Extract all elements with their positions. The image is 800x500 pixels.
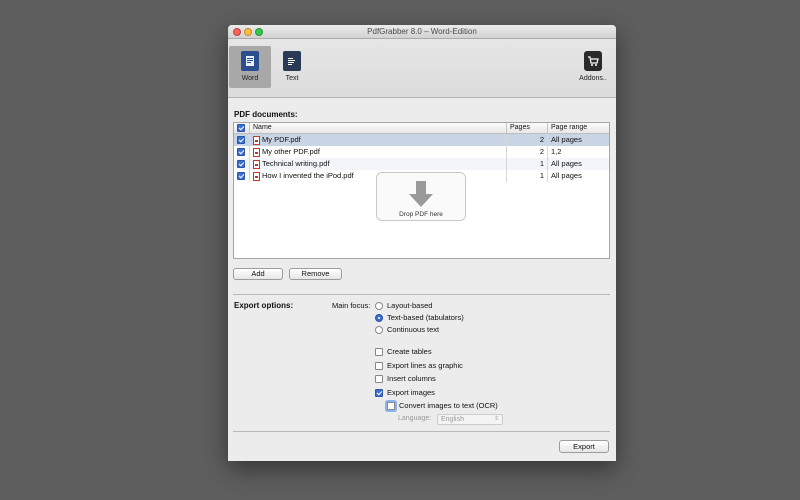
language-select[interactable]: English ⇕ bbox=[437, 414, 503, 425]
focus-option-continuous[interactable]: Continuous text bbox=[375, 325, 439, 334]
radio-button[interactable] bbox=[375, 313, 383, 322]
divider bbox=[233, 431, 610, 432]
text-mode-label: Text bbox=[285, 75, 299, 82]
export-lines-checkbox[interactable] bbox=[375, 361, 383, 370]
create-tables-option[interactable]: Create tables bbox=[375, 347, 432, 356]
column-header-page-range[interactable]: Page range bbox=[548, 123, 609, 133]
export-button[interactable]: Export bbox=[559, 440, 609, 453]
radio-button[interactable] bbox=[375, 325, 383, 334]
insert-columns-label: Insert columns bbox=[387, 374, 436, 383]
focus-option-label: Continuous text bbox=[387, 325, 440, 334]
drop-zone-label: Drop PDF here bbox=[399, 211, 443, 218]
shopping-cart-icon bbox=[584, 51, 602, 71]
table-row[interactable]: Technical writing.pdf 1 All pages bbox=[234, 158, 609, 170]
page-range[interactable]: All pages bbox=[548, 134, 609, 146]
drop-zone[interactable]: Drop PDF here bbox=[376, 172, 466, 221]
file-name: How I invented the iPod.pdf bbox=[262, 171, 354, 180]
select-all-checkbox[interactable] bbox=[237, 124, 245, 132]
updown-arrows-icon: ⇕ bbox=[493, 416, 499, 422]
table-header: Name Pages Page range bbox=[234, 123, 609, 134]
row-checkbox[interactable] bbox=[237, 136, 245, 145]
app-window: PdfGrabber 8.0 – Word-Edition Word Text … bbox=[228, 25, 616, 461]
focus-option-text[interactable]: Text-based (tabulators) bbox=[375, 313, 464, 322]
pdf-file-icon bbox=[253, 159, 260, 169]
file-name: My PDF.pdf bbox=[262, 135, 301, 144]
page-range[interactable]: All pages bbox=[548, 170, 609, 182]
window-title: PdfGrabber 8.0 – Word-Edition bbox=[367, 27, 477, 36]
convert-ocr-option[interactable]: Convert images to text (OCR) bbox=[387, 401, 498, 410]
page-range[interactable]: 1,2 bbox=[548, 146, 609, 158]
pdf-documents-heading: PDF documents: bbox=[234, 110, 298, 119]
export-images-option[interactable]: Export images bbox=[375, 388, 435, 397]
text-document-icon bbox=[283, 51, 301, 71]
radio-button[interactable] bbox=[375, 301, 383, 310]
export-images-checkbox[interactable] bbox=[375, 388, 383, 397]
addons-label: Addons.. bbox=[579, 75, 607, 82]
add-button[interactable]: Add bbox=[233, 268, 283, 280]
pdf-file-icon bbox=[253, 135, 260, 145]
text-mode-button[interactable]: Text bbox=[271, 46, 313, 88]
down-arrow-icon bbox=[409, 181, 433, 207]
column-header-name[interactable]: Name bbox=[250, 123, 507, 133]
language-value: English bbox=[441, 416, 464, 423]
focus-option-layout[interactable]: Layout-based bbox=[375, 301, 432, 310]
select-all-header[interactable] bbox=[234, 123, 250, 133]
export-options-heading: Export options: bbox=[234, 301, 294, 310]
pdf-file-icon bbox=[253, 171, 260, 181]
pdf-file-icon bbox=[253, 147, 260, 157]
language-label: Language: bbox=[398, 415, 432, 422]
word-document-icon bbox=[241, 51, 259, 71]
word-mode-button[interactable]: Word bbox=[229, 46, 271, 88]
page-count: 1 bbox=[507, 158, 548, 170]
toolbar: Word Text Addons.. bbox=[228, 39, 616, 98]
export-lines-label: Export lines as graphic bbox=[387, 361, 463, 370]
file-name: My other PDF.pdf bbox=[262, 147, 320, 156]
table-row[interactable]: My other PDF.pdf 2 1,2 bbox=[234, 146, 609, 158]
insert-columns-option[interactable]: Insert columns bbox=[375, 374, 436, 383]
file-name: Technical writing.pdf bbox=[262, 159, 330, 168]
divider bbox=[233, 294, 610, 295]
create-tables-checkbox[interactable] bbox=[375, 347, 383, 356]
convert-ocr-checkbox[interactable] bbox=[387, 401, 395, 410]
addons-button[interactable]: Addons.. bbox=[571, 46, 615, 88]
export-images-label: Export images bbox=[387, 388, 435, 397]
export-lines-option[interactable]: Export lines as graphic bbox=[375, 361, 463, 370]
convert-ocr-label: Convert images to text (OCR) bbox=[399, 401, 498, 410]
title-bar: PdfGrabber 8.0 – Word-Edition bbox=[228, 25, 616, 39]
table-row[interactable]: My PDF.pdf 2 All pages bbox=[234, 134, 609, 146]
column-header-pages[interactable]: Pages bbox=[507, 123, 548, 133]
page-count: 2 bbox=[507, 146, 548, 158]
page-count: 2 bbox=[507, 134, 548, 146]
main-focus-label: Main focus: bbox=[332, 301, 371, 310]
remove-button[interactable]: Remove bbox=[289, 268, 342, 280]
word-mode-label: Word bbox=[241, 75, 259, 82]
row-checkbox[interactable] bbox=[237, 172, 245, 181]
row-checkbox[interactable] bbox=[237, 148, 245, 157]
page-count: 1 bbox=[507, 170, 548, 182]
create-tables-label: Create tables bbox=[387, 347, 432, 356]
focus-option-label: Layout-based bbox=[387, 301, 433, 310]
focus-option-label: Text-based (tabulators) bbox=[387, 313, 464, 322]
insert-columns-checkbox[interactable] bbox=[375, 374, 383, 383]
page-range[interactable]: All pages bbox=[548, 158, 609, 170]
row-checkbox[interactable] bbox=[237, 160, 245, 169]
